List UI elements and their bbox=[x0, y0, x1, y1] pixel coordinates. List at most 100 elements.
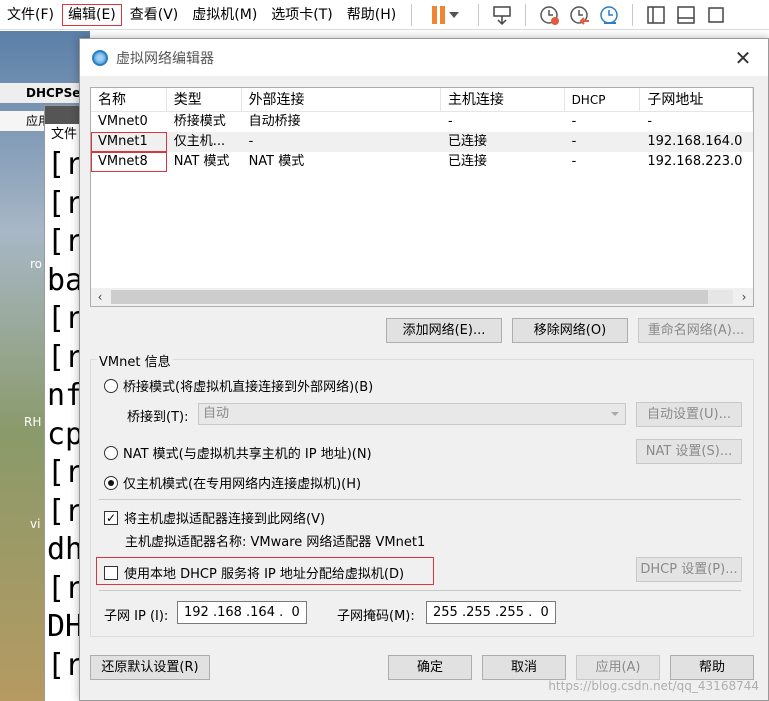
divider bbox=[99, 499, 741, 500]
cell-name: VMnet8 bbox=[91, 152, 167, 172]
nat-settings-button[interactable]: NAT 设置(S)... bbox=[636, 439, 742, 464]
horizontal-scrollbar[interactable]: ‹ › bbox=[91, 288, 753, 306]
vm-tab[interactable]: DHCPSer bbox=[0, 83, 90, 103]
close-icon[interactable]: ✕ bbox=[732, 47, 754, 69]
network-globe-icon bbox=[92, 49, 108, 66]
revert-snapshot-icon[interactable] bbox=[564, 2, 594, 28]
dialog-titlebar: 虚拟网络编辑器 ✕ bbox=[80, 39, 768, 76]
menu-view[interactable]: 查看(V) bbox=[123, 3, 186, 27]
virtual-network-editor-dialog: 虚拟网络编辑器 ✕ 名称 类型 外部连接 主机连接 DHCP 子网地址 VMne… bbox=[79, 38, 769, 701]
cell-dhcp: - bbox=[571, 134, 577, 149]
add-network-button[interactable]: 添加网络(E)... bbox=[386, 318, 502, 343]
nat-mode-radio[interactable]: NAT 模式(与虚拟机共享主机的 IP 地址)(N) bbox=[104, 443, 372, 462]
use-dhcp-checkbox[interactable]: 使用本地 DHCP 服务将 IP 地址分配给虚拟机(D) bbox=[104, 563, 404, 582]
console-view-icon[interactable] bbox=[671, 2, 701, 28]
help-button[interactable]: 帮助 bbox=[670, 655, 754, 680]
cell-name: VMnet0 bbox=[98, 114, 148, 129]
menu-edit[interactable]: 编辑(E) bbox=[61, 3, 123, 27]
apply-button[interactable]: 应用(A) bbox=[576, 655, 660, 680]
scroll-left-icon[interactable]: ‹ bbox=[91, 288, 109, 306]
bridged-mode-radio[interactable]: 桥接模式(将虚拟机直接连接到外部网络)(B) bbox=[104, 376, 373, 395]
cell-host: 已连接 bbox=[447, 154, 487, 169]
scroll-right-icon[interactable]: › bbox=[735, 288, 753, 306]
cell-type: 桥接模式 bbox=[173, 114, 226, 129]
remove-network-button[interactable]: 移除网络(O) bbox=[512, 318, 628, 343]
use-dhcp-label: 使用本地 DHCP 服务将 IP 地址分配给虚拟机(D) bbox=[124, 567, 405, 582]
auto-settings-button[interactable]: 自动设置(U)... bbox=[636, 402, 742, 427]
nat-mode-label: NAT 模式(与虚拟机共享主机的 IP 地址)(N) bbox=[123, 447, 372, 462]
connect-adapter-checkbox[interactable]: ✓ 将主机虚拟适配器连接到此网络(V) bbox=[104, 508, 325, 527]
checkbox-unchecked[interactable] bbox=[104, 565, 118, 580]
subnet-ip-input[interactable]: 192 .168 .164 . 0 bbox=[177, 601, 307, 624]
desktop-label: vi bbox=[30, 517, 41, 531]
ok-button[interactable]: 确定 bbox=[388, 655, 472, 680]
table-row[interactable]: VMnet0 桥接模式 自动桥接 - - - bbox=[91, 112, 753, 132]
bridge-to-label: 桥接到(T): bbox=[127, 410, 189, 425]
cell-subnet: 192.168.164.0 bbox=[647, 134, 743, 149]
menu-tabs[interactable]: 选项卡(T) bbox=[264, 3, 339, 27]
host-only-mode-radio[interactable]: 仅主机模式(在专用网络内连接虚拟机)(H) bbox=[104, 473, 361, 492]
cell-dhcp: - bbox=[571, 154, 577, 169]
column-header-type[interactable]: 类型 bbox=[167, 88, 242, 111]
cell-host: 已连接 bbox=[447, 134, 487, 149]
column-header-external[interactable]: 外部连接 bbox=[242, 88, 441, 111]
toolbar-separator bbox=[632, 3, 634, 26]
radio-circle-selected[interactable] bbox=[104, 475, 118, 490]
radio-circle[interactable] bbox=[104, 445, 118, 460]
sidebar-view-icon[interactable] bbox=[641, 2, 671, 28]
dhcp-settings-button[interactable]: DHCP 设置(P)... bbox=[636, 557, 742, 582]
bridge-to-value: 自动 bbox=[203, 406, 230, 421]
restore-defaults-button[interactable]: 还原默认设置(R) bbox=[90, 655, 210, 680]
subnet-mask-label: 子网掩码(M): bbox=[337, 609, 415, 624]
fullscreen-icon[interactable] bbox=[701, 2, 731, 28]
toolbar-separator bbox=[478, 3, 480, 26]
toolbar-separator bbox=[525, 3, 527, 26]
menu-help[interactable]: 帮助(H) bbox=[340, 3, 403, 27]
checkbox-checked[interactable]: ✓ bbox=[104, 510, 118, 525]
table-row[interactable]: VMnet8 NAT 模式 NAT 模式 已连接 - 192.168.223.0 bbox=[91, 152, 753, 172]
send-keys-icon[interactable] bbox=[487, 2, 517, 28]
bridge-to-select[interactable]: 自动 bbox=[198, 403, 626, 425]
pause-icon[interactable] bbox=[420, 2, 470, 28]
cell-host: - bbox=[447, 114, 453, 129]
table-row-selected[interactable]: VMnet1 仅主机... - 已连接 - 192.168.164.0 bbox=[91, 132, 753, 152]
cell-name: VMnet1 bbox=[91, 132, 167, 152]
menubar: 文件(F) 编辑(E) 查看(V) 虚拟机(M) 选项卡(T) 帮助(H) bbox=[0, 0, 769, 30]
watermark: https://blog.csdn.net/qq_43168744 bbox=[548, 679, 759, 693]
network-table: 名称 类型 外部连接 主机连接 DHCP 子网地址 VMnet0 桥接模式 自动… bbox=[90, 87, 754, 307]
table-header: 名称 类型 外部连接 主机连接 DHCP 子网地址 bbox=[91, 88, 753, 112]
cell-external: NAT 模式 bbox=[248, 154, 305, 169]
divider bbox=[99, 590, 741, 591]
menu-vm[interactable]: 虚拟机(M) bbox=[185, 3, 264, 27]
cell-subnet: 192.168.223.0 bbox=[647, 154, 743, 169]
cell-external: 自动桥接 bbox=[248, 114, 301, 129]
rename-network-button[interactable]: 重命名网络(A)... bbox=[638, 318, 754, 343]
snapshot-manager-icon[interactable] bbox=[594, 2, 624, 28]
cell-type: NAT 模式 bbox=[173, 154, 230, 169]
column-header-dhcp[interactable]: DHCP bbox=[565, 88, 641, 111]
bridged-mode-label: 桥接模式(将虚拟机直接连接到外部网络)(B) bbox=[123, 380, 374, 395]
menu-file[interactable]: 文件(F) bbox=[0, 3, 61, 27]
subnet-ip-label: 子网 IP (I): bbox=[104, 609, 169, 624]
column-header-host[interactable]: 主机连接 bbox=[441, 88, 565, 111]
chevron-down-icon bbox=[611, 412, 619, 416]
cell-type: 仅主机... bbox=[173, 134, 226, 149]
radio-circle[interactable] bbox=[104, 378, 118, 393]
vmnet-info-group: VMnet 信息 桥接模式(将虚拟机直接连接到外部网络)(B) 桥接到(T): … bbox=[90, 351, 754, 637]
dialog-title: 虚拟网络编辑器 bbox=[116, 50, 214, 67]
adapter-name-text: 主机虚拟适配器名称: VMware 网络适配器 VMnet1 bbox=[125, 535, 426, 550]
snapshot-icon[interactable] bbox=[534, 2, 564, 28]
scroll-track[interactable] bbox=[111, 290, 733, 304]
cancel-button[interactable]: 取消 bbox=[482, 655, 566, 680]
column-header-name[interactable]: 名称 bbox=[91, 88, 167, 111]
connect-adapter-label: 将主机虚拟适配器连接到此网络(V) bbox=[124, 512, 326, 527]
cell-external: - bbox=[248, 134, 254, 149]
column-header-subnet[interactable]: 子网地址 bbox=[640, 88, 753, 111]
toolbar-separator bbox=[411, 3, 413, 26]
scroll-thumb[interactable] bbox=[111, 290, 709, 304]
desktop-label: RH bbox=[24, 415, 42, 429]
subnet-mask-input[interactable]: 255 .255 .255 . 0 bbox=[426, 601, 556, 624]
vmnet-info-label: VMnet 信息 bbox=[97, 351, 173, 370]
cell-subnet: - bbox=[647, 114, 653, 129]
desktop-label: ro bbox=[30, 257, 43, 271]
